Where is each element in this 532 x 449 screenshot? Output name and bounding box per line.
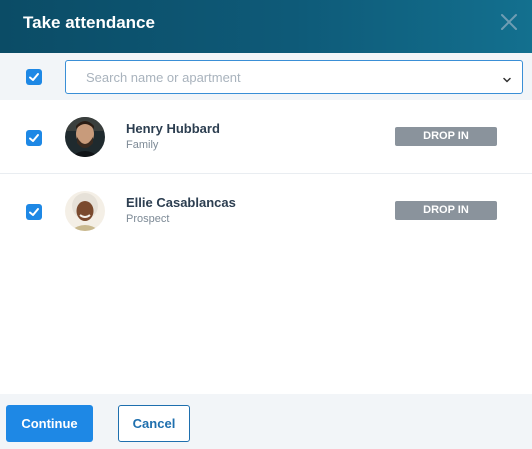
attendance-dialog: Take attendance Search name or apartment… <box>0 0 532 449</box>
drop-in-tag[interactable]: DROP IN <box>395 127 497 146</box>
attendee-checkbox[interactable] <box>26 204 42 220</box>
select-all-checkbox[interactable] <box>26 69 42 85</box>
checkmark-icon <box>29 73 39 81</box>
attendee-role: Family <box>126 139 159 151</box>
attendee-row: Henry Hubbard Family DROP IN <box>0 100 532 174</box>
avatar <box>65 191 105 231</box>
attendee-row: Ellie Casablancas Prospect DROP IN <box>0 174 532 247</box>
dialog-title: Take attendance <box>23 13 155 32</box>
attendee-checkbox[interactable] <box>26 130 42 146</box>
close-icon[interactable] <box>498 11 520 33</box>
drop-in-tag[interactable]: DROP IN <box>395 201 497 220</box>
checkmark-icon <box>29 134 39 142</box>
checkmark-icon <box>29 208 39 216</box>
search-field[interactable] <box>66 61 506 93</box>
search-input[interactable] <box>65 60 523 94</box>
attendee-role: Prospect <box>126 213 170 225</box>
avatar <box>65 117 105 157</box>
attendee-name: Henry Hubbard <box>126 121 220 136</box>
dialog-header: Take attendance <box>0 0 532 53</box>
chevron-down-icon[interactable] <box>502 72 512 83</box>
cancel-button[interactable]: Cancel <box>118 405 190 442</box>
dialog-footer: Continue Cancel <box>0 394 532 449</box>
continue-button[interactable]: Continue <box>6 405 93 442</box>
attendee-name: Ellie Casablancas <box>126 195 236 210</box>
search-bar <box>0 53 532 100</box>
